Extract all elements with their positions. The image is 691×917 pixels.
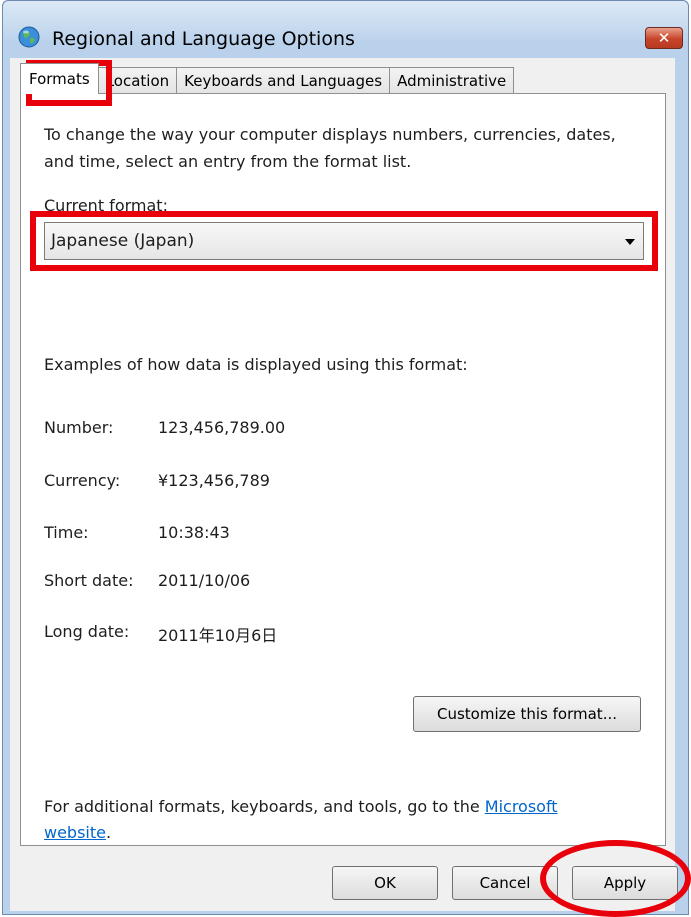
close-button[interactable]: ✕	[645, 27, 683, 49]
annotation-apply-button-highlight	[540, 840, 691, 917]
example-short-date-value: 2011/10/06	[158, 571, 251, 590]
example-long-date-value: 2011年10月6日	[158, 626, 278, 645]
tab-strip: Formats Location Keyboards and Languages…	[20, 63, 515, 94]
tab-formats[interactable]: Formats	[20, 63, 99, 94]
customize-format-button[interactable]: Customize this format...	[413, 696, 641, 732]
example-short-date-label: Short date:	[44, 571, 134, 590]
example-currency-value: ¥123,456,789	[158, 471, 270, 490]
intro-text-line2: and time, select an entry from the forma…	[44, 152, 412, 171]
annotation-format-dropdown-highlight	[30, 211, 658, 271]
example-number-value: 123,456,789.00	[158, 418, 286, 437]
tab-keyboards-and-languages[interactable]: Keyboards and Languages	[176, 67, 391, 94]
example-time-label: Time:	[44, 523, 89, 542]
ok-button[interactable]: OK	[332, 866, 438, 900]
globe-icon	[18, 26, 40, 48]
example-currency-label: Currency:	[44, 471, 121, 490]
example-long-date-label: Long date:	[44, 622, 130, 641]
window-title: Regional and Language Options	[52, 28, 355, 50]
examples-heading: Examples of how data is displayed using …	[44, 355, 468, 374]
example-time-value: 10:38:43	[158, 523, 230, 542]
additional-text-body: For additional formats, keyboards, and t…	[44, 797, 480, 816]
additional-text: For additional formats, keyboards, and t…	[44, 797, 558, 816]
link-period: .	[105, 823, 112, 842]
tab-administrative[interactable]: Administrative	[389, 67, 515, 94]
microsoft-link-part2[interactable]: website	[44, 823, 106, 842]
intro-text-line1: To change the way your computer displays…	[44, 125, 616, 144]
microsoft-link-part1[interactable]: Microsoft	[485, 797, 558, 816]
additional-text-line2: website.	[44, 823, 111, 842]
example-number-label: Number:	[44, 418, 114, 437]
